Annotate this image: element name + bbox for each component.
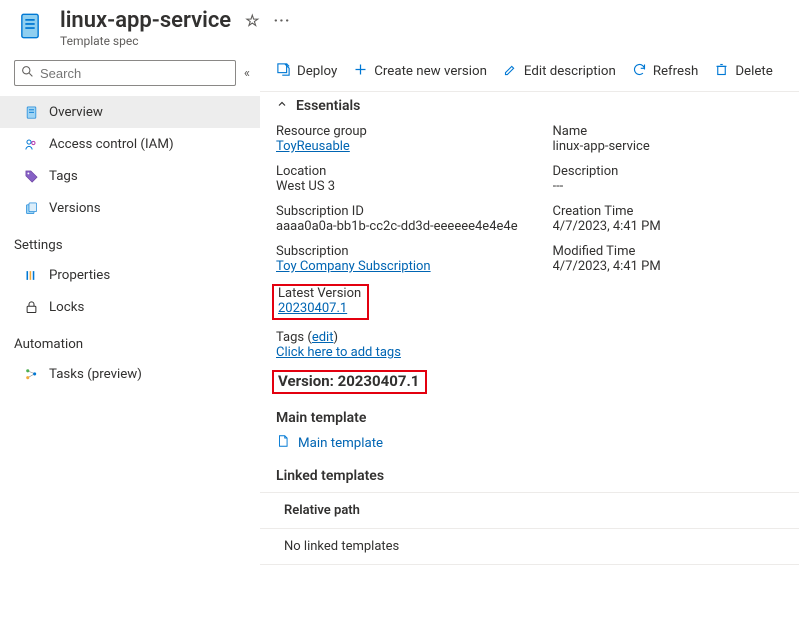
sidebar: « Overview Access control (IAM) Tags Ver <box>0 56 260 627</box>
latest-version-highlight: Latest Version 20230407.1 <box>272 284 369 320</box>
resource-type-label: Template spec <box>60 34 785 48</box>
content-pane: Deploy Create new version Edit descripti… <box>260 56 799 627</box>
more-menu-icon[interactable]: ··· <box>273 11 290 30</box>
plus-icon <box>353 62 368 81</box>
creation-time-value: 4/7/2023, 4:41 PM <box>553 219 799 234</box>
linked-templates-heading: Linked templates <box>276 468 799 484</box>
sidebar-item-label: Tags <box>49 169 78 184</box>
version-value: 20230407.1 <box>338 372 420 390</box>
overview-icon <box>23 105 39 120</box>
properties-icon <box>23 268 39 283</box>
resource-group-link[interactable]: ToyReusable <box>276 139 350 154</box>
sidebar-item-locks[interactable]: Locks <box>0 291 260 323</box>
edit-description-button[interactable]: Edit description <box>503 62 616 81</box>
main-template-heading: Main template <box>276 410 799 426</box>
latest-version-label: Latest Version <box>278 286 361 301</box>
sidebar-item-label: Versions <box>49 201 101 216</box>
linked-table-empty: No linked templates <box>260 529 799 565</box>
tags-label: Tags <box>276 330 304 345</box>
pencil-icon <box>503 62 518 81</box>
sidebar-item-label: Access control (IAM) <box>49 137 174 152</box>
tags-edit-link[interactable]: edit <box>312 330 334 345</box>
subscription-link[interactable]: Toy Company Subscription <box>276 259 431 274</box>
name-label: Name <box>553 124 799 139</box>
command-bar: Deploy Create new version Edit descripti… <box>260 60 799 91</box>
search-icon <box>21 65 34 82</box>
refresh-button[interactable]: Refresh <box>632 62 699 81</box>
sidebar-item-overview[interactable]: Overview <box>0 96 260 128</box>
lock-icon <box>23 300 39 315</box>
description-label: Description <box>553 164 799 179</box>
tags-icon <box>23 169 39 184</box>
add-tags-link[interactable]: Click here to add tags <box>276 345 401 360</box>
main-template-link[interactable]: Main template <box>276 434 799 452</box>
nav-group-automation: Automation <box>14 337 260 352</box>
deploy-icon <box>276 62 291 81</box>
resource-group-label: Resource group <box>276 124 523 139</box>
sidebar-item-properties[interactable]: Properties <box>0 259 260 291</box>
version-label: Version <box>278 372 330 390</box>
subscription-id-label: Subscription ID <box>276 204 523 219</box>
file-icon <box>276 434 290 452</box>
name-value: linux-app-service <box>553 139 799 154</box>
creation-time-label: Creation Time <box>553 204 799 219</box>
sidebar-item-tags[interactable]: Tags <box>0 160 260 192</box>
modified-time-value: 4/7/2023, 4:41 PM <box>553 259 799 274</box>
subscription-label: Subscription <box>276 244 523 259</box>
essentials-toggle[interactable]: Essentials <box>260 91 799 120</box>
sidebar-item-label: Overview <box>49 105 103 120</box>
sidebar-item-tasks[interactable]: Tasks (preview) <box>0 358 260 390</box>
template-spec-icon <box>14 10 46 42</box>
modified-time-label: Modified Time <box>553 244 799 259</box>
nav-group-settings: Settings <box>14 238 260 253</box>
sidebar-item-access-control[interactable]: Access control (IAM) <box>0 128 260 160</box>
chevron-up-icon <box>276 98 288 114</box>
search-box[interactable] <box>14 60 236 86</box>
subscription-id-value: aaaa0a0a-bb1b-cc2c-dd3d-eeeeee4e4e4e <box>276 219 523 234</box>
description-value: --- <box>553 179 799 194</box>
tasks-icon <box>23 367 39 382</box>
location-value: West US 3 <box>276 179 523 194</box>
access-control-icon <box>23 137 39 152</box>
trash-icon <box>714 62 729 81</box>
search-input[interactable] <box>40 66 229 81</box>
linked-table-header: Relative path <box>260 492 799 529</box>
page-title: linux-app-service <box>60 8 231 33</box>
sidebar-item-label: Properties <box>49 268 110 283</box>
sidebar-item-label: Tasks (preview) <box>49 367 142 382</box>
location-label: Location <box>276 164 523 179</box>
favorite-star-icon[interactable]: ☆ <box>245 11 259 30</box>
versions-icon <box>23 201 39 216</box>
deploy-button[interactable]: Deploy <box>276 62 337 81</box>
create-version-button[interactable]: Create new version <box>353 62 487 81</box>
collapse-sidebar-icon[interactable]: « <box>244 66 250 81</box>
delete-button[interactable]: Delete <box>714 62 772 81</box>
sidebar-item-versions[interactable]: Versions <box>0 192 260 224</box>
latest-version-link[interactable]: 20230407.1 <box>278 301 347 316</box>
refresh-icon <box>632 62 647 81</box>
sidebar-item-label: Locks <box>49 300 84 315</box>
version-highlight: Version: 20230407.1 <box>272 370 427 394</box>
